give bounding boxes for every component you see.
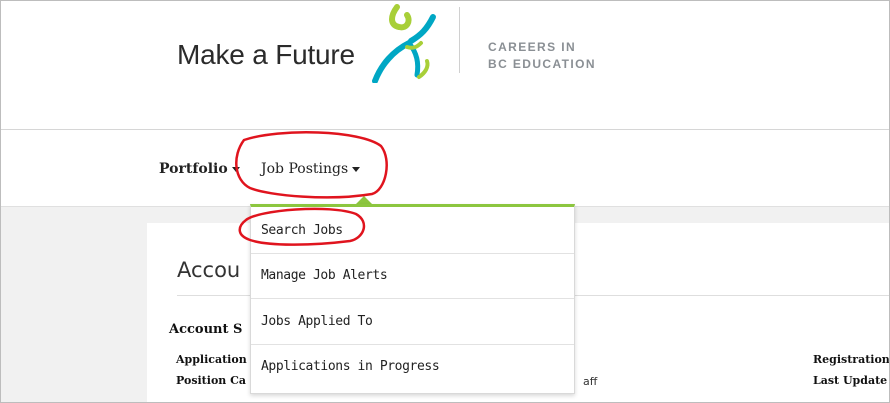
nav-job-postings[interactable]: Job Postings: [261, 161, 361, 177]
menu-item-search-jobs[interactable]: Search Jobs: [261, 223, 343, 238]
logo-figure-icon: [372, 4, 436, 83]
nav-portfolio-label: Portfolio: [159, 161, 228, 177]
last-updated-label: Last Update: [813, 374, 888, 387]
application-label: Application: [176, 353, 247, 366]
menu-separator: [251, 344, 574, 345]
site-header: Make a Future CAREERS IN BC EDUCATION: [1, 1, 889, 130]
browser-frame: Make a Future CAREERS IN BC EDUCATION Po…: [0, 0, 890, 403]
position-category-label: Position Ca: [176, 374, 246, 387]
chevron-down-icon: [231, 166, 240, 172]
nav-portfolio[interactable]: Portfolio: [159, 161, 240, 177]
account-section-title: Account S: [169, 322, 243, 337]
menu-item-applications-in-progress[interactable]: Applications in Progress: [261, 359, 440, 374]
brand-tagline: CAREERS IN BC EDUCATION: [488, 39, 596, 73]
tagline-line-1: CAREERS IN: [488, 40, 577, 54]
job-postings-dropdown: Search Jobs Manage Job Alerts Jobs Appli…: [250, 204, 575, 394]
menu-separator: [251, 253, 574, 254]
header-divider: [459, 7, 460, 73]
brand-name: Make a Future: [177, 39, 355, 70]
menu-separator: [251, 298, 574, 299]
dropdown-arrow: [356, 196, 372, 204]
registration-label: Registration: [813, 353, 890, 366]
account-title: Accou: [177, 258, 241, 282]
main-nav: Portfolio Job Postings: [1, 130, 889, 207]
menu-item-jobs-applied-to[interactable]: Jobs Applied To: [261, 314, 373, 329]
chevron-down-icon: [352, 166, 361, 172]
position-category-value: aff: [583, 375, 598, 388]
nav-job-postings-label: Job Postings: [261, 161, 349, 177]
tagline-line-2: BC EDUCATION: [488, 57, 596, 71]
menu-item-manage-job-alerts[interactable]: Manage Job Alerts: [261, 268, 388, 283]
